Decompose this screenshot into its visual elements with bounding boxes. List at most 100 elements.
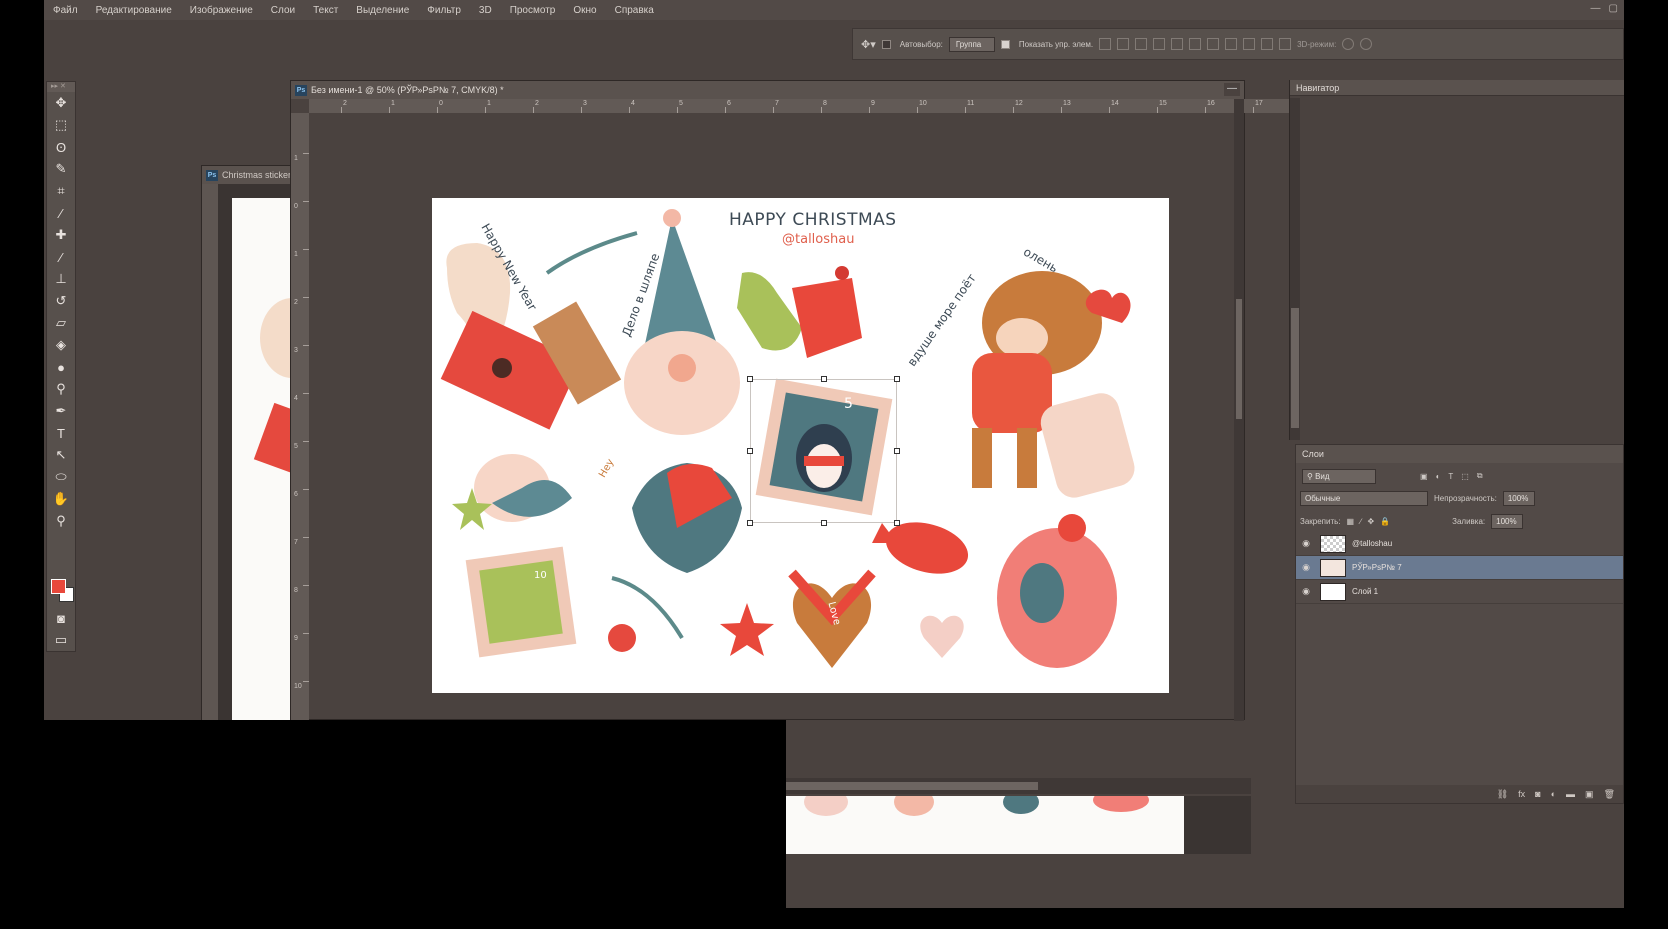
lasso-tool-icon[interactable]: ʘ xyxy=(47,136,75,158)
align-top-icon[interactable] xyxy=(1099,38,1112,50)
opacity-input[interactable]: 100% xyxy=(1502,490,1535,506)
menu-filter[interactable]: Фильтр xyxy=(418,5,470,16)
filter-smart-icon[interactable]: ⧉ xyxy=(1477,471,1483,481)
align-left-icon[interactable] xyxy=(1153,38,1166,50)
blur-tool-icon[interactable]: ● xyxy=(47,356,75,378)
path-select-icon[interactable]: ↖ xyxy=(47,444,75,466)
auto-align-icon[interactable] xyxy=(1279,38,1292,50)
tools-panel-header[interactable]: ▸▸ ✕ xyxy=(47,82,75,92)
document-horizontal-scrollbar[interactable] xyxy=(786,778,1251,794)
distribute-bottom-icon[interactable] xyxy=(1243,38,1256,50)
filter-pixel-icon[interactable]: ▣ xyxy=(1420,472,1428,481)
distribute-left-icon[interactable] xyxy=(1261,38,1274,50)
roll-3d-icon[interactable] xyxy=(1360,38,1373,50)
autoselect-checkbox[interactable] xyxy=(881,39,894,49)
show-controls-checkbox[interactable] xyxy=(1000,39,1013,49)
lock-all-icon[interactable]: 🔒 xyxy=(1380,517,1390,526)
trash-icon[interactable]: 🗑 xyxy=(1604,789,1615,800)
minimize-panel-button[interactable]: — xyxy=(1224,83,1240,96)
ellipse-tool-icon[interactable]: ⬭ xyxy=(47,466,75,488)
marquee-tool-icon[interactable]: ⬚ xyxy=(47,114,75,136)
move-tool-icon[interactable]: ✥ xyxy=(47,92,75,114)
align-vcenter-icon[interactable] xyxy=(1117,38,1130,50)
transform-handle-br[interactable] xyxy=(894,520,900,526)
adjustment-icon[interactable]: ◐ xyxy=(1551,789,1556,799)
transform-handle-l[interactable] xyxy=(747,448,753,454)
layer-row-background[interactable]: ◉ Слой 1 xyxy=(1296,580,1623,604)
menu-view[interactable]: Просмотр xyxy=(501,5,565,16)
pen-tool-icon[interactable]: ✒ xyxy=(47,400,75,422)
align-hcenter-icon[interactable] xyxy=(1171,38,1184,50)
transform-handle-tl[interactable] xyxy=(747,376,753,382)
fill-input[interactable]: 100% xyxy=(1491,513,1524,529)
folder-icon[interactable]: ▬ xyxy=(1566,789,1575,799)
transform-handle-bl[interactable] xyxy=(747,520,753,526)
menu-image[interactable]: Изображение xyxy=(181,5,262,16)
scroll-thumb[interactable] xyxy=(1236,299,1242,419)
crop-tool-icon[interactable]: ⌗ xyxy=(47,180,75,202)
brush-tool-icon[interactable]: ∕ xyxy=(47,246,75,268)
new-layer-icon[interactable]: ▣ xyxy=(1585,789,1594,800)
quick-select-tool-icon[interactable]: ✎ xyxy=(47,158,75,180)
transform-bounding-box[interactable] xyxy=(747,376,900,526)
menu-file[interactable]: Файл xyxy=(44,5,87,16)
distribute-center-icon[interactable] xyxy=(1225,38,1238,50)
visibility-eye-icon[interactable]: ◉ xyxy=(1296,586,1316,597)
transform-handle-r[interactable] xyxy=(894,448,900,454)
layer-row-stickers[interactable]: ◉ РЎР»РѕР№ 7 xyxy=(1296,556,1623,580)
align-bottom-icon[interactable] xyxy=(1135,38,1148,50)
blend-mode-dropdown[interactable]: Обычные xyxy=(1300,490,1428,506)
layers-tab[interactable]: Слои xyxy=(1296,445,1623,463)
distribute-top-icon[interactable] xyxy=(1207,38,1220,50)
healing-brush-icon[interactable]: ✚ xyxy=(47,224,75,246)
screen-mode-icon[interactable]: ▭ xyxy=(47,629,75,651)
menu-help[interactable]: Справка xyxy=(606,5,663,16)
move-tool-icon[interactable]: ✥▾ xyxy=(861,38,876,51)
type-tool-icon[interactable]: T xyxy=(47,422,75,444)
menu-text[interactable]: Текст xyxy=(304,5,347,16)
document-vertical-scrollbar[interactable] xyxy=(1234,99,1244,721)
dodge-tool-icon[interactable]: ⚲ xyxy=(47,378,75,400)
link-icon[interactable]: ⛓ xyxy=(1497,789,1508,800)
foreground-color-swatch[interactable] xyxy=(51,579,66,594)
autoselect-dropdown[interactable]: Группа xyxy=(948,36,995,52)
paint-bucket-icon[interactable]: ◈ xyxy=(47,334,75,356)
transform-handle-t[interactable] xyxy=(821,376,827,382)
maximize-icon[interactable]: ▢ xyxy=(1609,3,1618,14)
hand-tool-icon[interactable]: ✋ xyxy=(47,488,75,510)
visibility-eye-icon[interactable]: ◉ xyxy=(1296,562,1316,573)
filter-shape-icon[interactable]: ⬚ xyxy=(1461,472,1469,481)
stamp-tool-icon[interactable]: ⊥ xyxy=(47,268,75,290)
menu-layers[interactable]: Слои xyxy=(262,5,304,16)
canvas-artboard[interactable]: HAPPY CHRISTMAS @talloshau Happy New Yea… xyxy=(432,198,1169,693)
layer-row-handle[interactable]: ◉ @talloshau xyxy=(1296,532,1623,556)
zoom-tool-icon[interactable]: ⚲ xyxy=(47,510,75,532)
scroll-thumb[interactable] xyxy=(786,782,1038,790)
fx-icon[interactable]: fx xyxy=(1518,789,1525,799)
transform-handle-tr[interactable] xyxy=(894,376,900,382)
scroll-thumb[interactable] xyxy=(1291,308,1299,428)
transform-handle-b[interactable] xyxy=(821,520,827,526)
eraser-tool-icon[interactable]: ▱ xyxy=(47,312,75,334)
minimize-icon[interactable]: — xyxy=(1591,3,1601,14)
lock-transparent-icon[interactable]: ▦ xyxy=(1347,517,1355,526)
navigator-tab[interactable]: Навигатор xyxy=(1290,80,1624,96)
lock-move-icon[interactable]: ✥ xyxy=(1367,517,1374,526)
menu-window[interactable]: Окно xyxy=(564,5,605,16)
menu-edit[interactable]: Редактирование xyxy=(87,5,181,16)
mask-icon[interactable]: ◙ xyxy=(1535,789,1540,799)
filter-adjust-icon[interactable]: ◐ xyxy=(1436,472,1441,481)
align-right-icon[interactable] xyxy=(1189,38,1202,50)
history-brush-icon[interactable]: ↺ xyxy=(47,290,75,312)
menu-3d[interactable]: 3D xyxy=(470,5,501,16)
visibility-eye-icon[interactable]: ◉ xyxy=(1296,538,1316,549)
layer-filter-dropdown[interactable]: ⚲ Вид xyxy=(1302,468,1376,484)
eyedropper-tool-icon[interactable]: ⁄ xyxy=(47,202,75,224)
lock-paint-icon[interactable]: ∕ xyxy=(1360,517,1361,526)
document-tab-main[interactable]: Ps Без имени-1 @ 50% (РЎР»РѕР№ 7, CMYK/8)… xyxy=(291,81,1244,99)
menu-select[interactable]: Выделение xyxy=(347,5,418,16)
filter-type-icon[interactable]: T xyxy=(1448,472,1453,481)
rotate-3d-icon[interactable] xyxy=(1342,38,1355,50)
quick-mask-icon[interactable]: ◙ xyxy=(47,607,75,629)
navigator-scrollbar[interactable] xyxy=(1290,98,1300,440)
